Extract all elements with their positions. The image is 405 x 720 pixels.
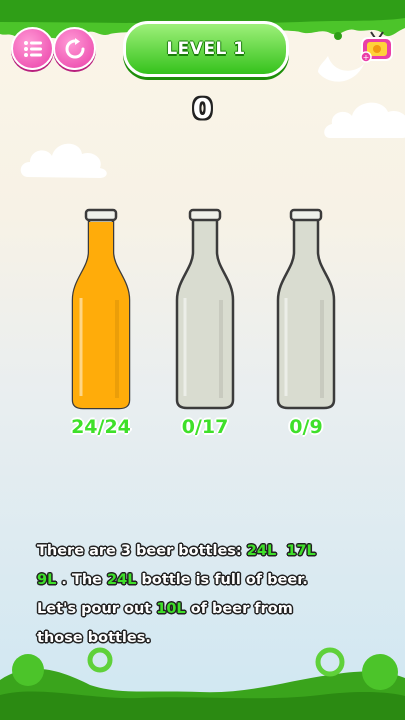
desc-text: There are 3 beer bottles: (37, 543, 247, 559)
bottle-level-label: 24/24 (71, 416, 131, 438)
level-description: There are 3 beer bottles: 24L 17L 9L . T… (37, 537, 367, 653)
bottle-graphic (175, 208, 235, 410)
bottle-graphic (71, 208, 131, 410)
bottle-17l[interactable] (173, 208, 237, 413)
level-label: LEVEL 1 (166, 39, 246, 59)
list-icon (23, 40, 42, 57)
tv-reward-icon[interactable]: + (359, 30, 395, 64)
bottle-level-label: 0/17 (181, 416, 229, 438)
level-indicator: LEVEL 1 (123, 21, 289, 77)
desc-text: Let's pour out (37, 601, 157, 617)
foliage-border-bottom (0, 647, 405, 720)
desc-text: of beer from (185, 601, 293, 617)
svg-text:+: + (363, 53, 370, 62)
desc-highlight: 24L (246, 543, 277, 559)
bottle-graphic (276, 208, 336, 410)
cloud-decoration (20, 143, 107, 178)
restart-icon (65, 37, 84, 58)
bottle-24l[interactable] (69, 208, 133, 413)
restart-button[interactable] (53, 27, 96, 70)
menu-button[interactable] (11, 27, 54, 70)
score-counter: 0 (192, 92, 213, 125)
desc-highlight: 24L (107, 572, 137, 588)
bottle-level-label: 0/9 (289, 416, 323, 438)
desc-text: . The (56, 572, 108, 588)
desc-highlight: 17L (286, 543, 316, 559)
bottle-9l[interactable] (274, 208, 338, 413)
desc-text: bottle is full of beer. (136, 572, 308, 588)
desc-highlight: 10L (156, 601, 186, 617)
desc-highlight: 9L (37, 572, 57, 588)
